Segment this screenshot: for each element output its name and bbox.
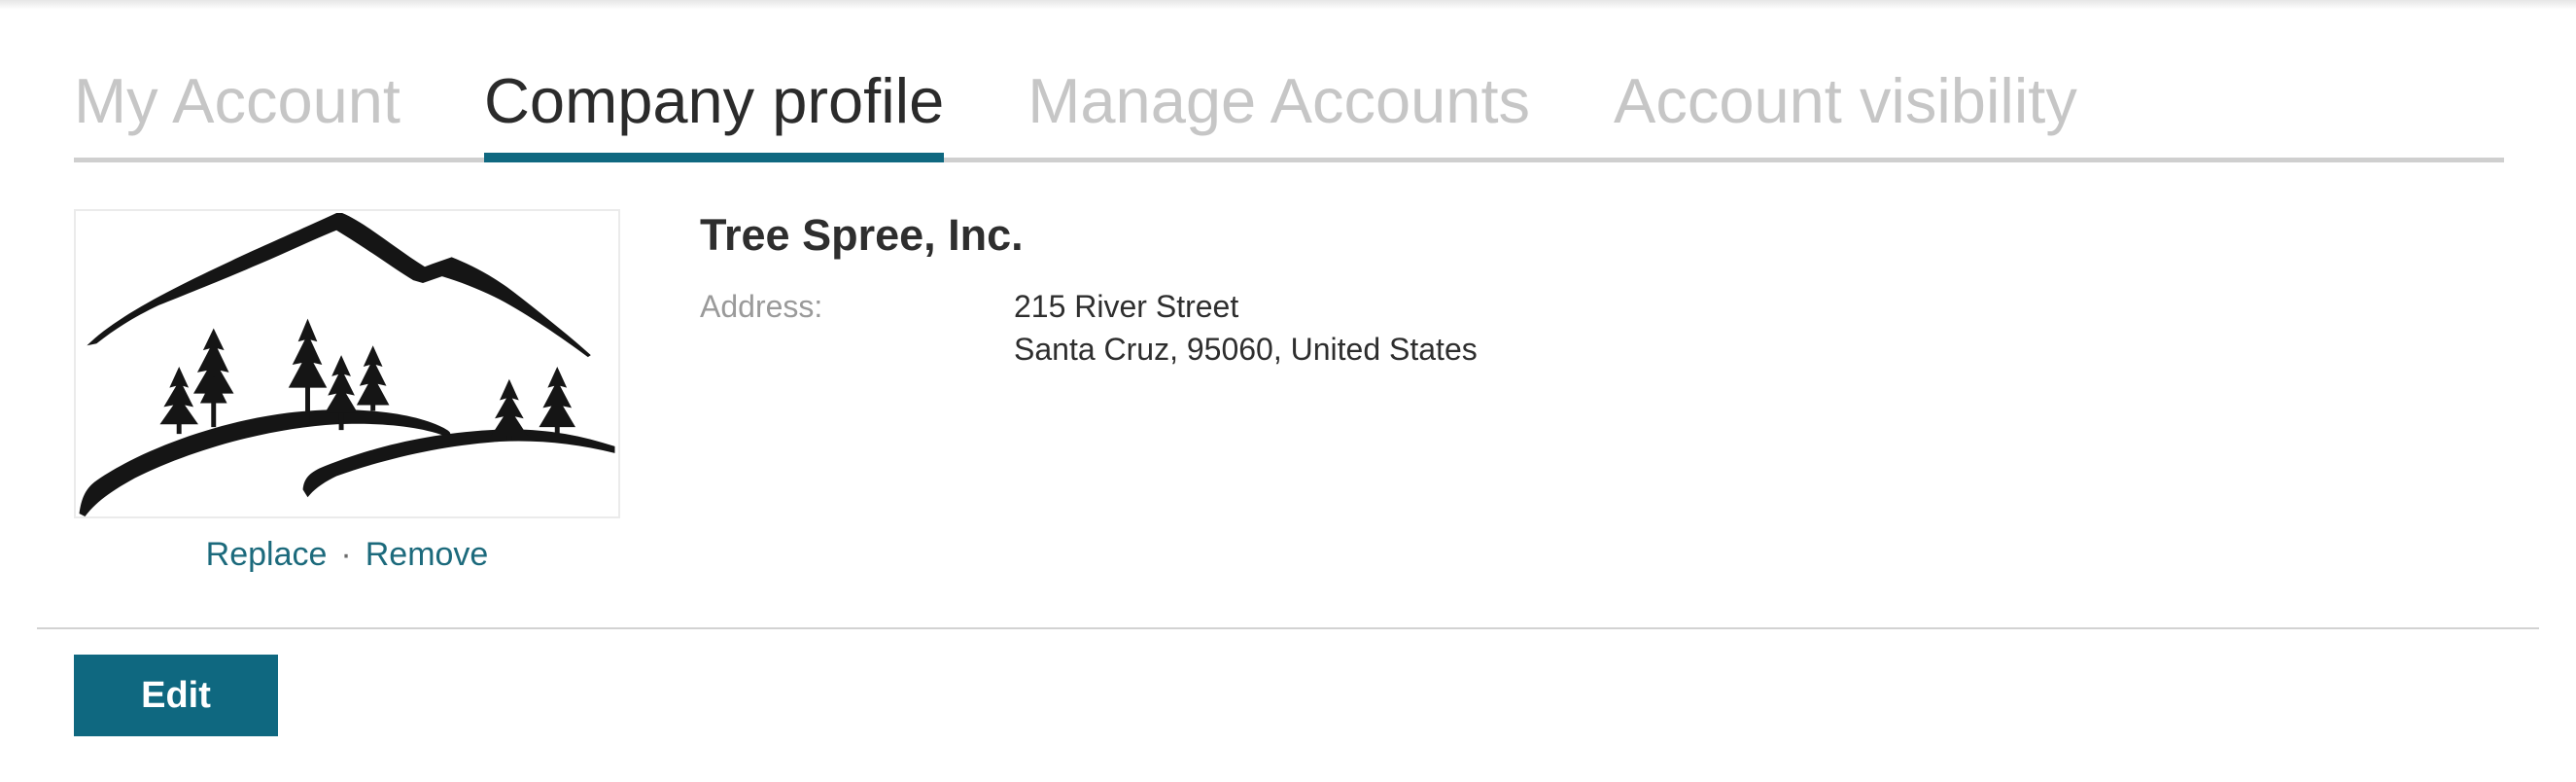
link-separator: ·	[340, 536, 352, 573]
address-line-2: Santa Cruz, 95060, United States	[1014, 332, 1478, 367]
address-line-1: 215 River Street	[1014, 289, 1239, 324]
replace-logo-link[interactable]: Replace	[206, 536, 328, 573]
tab-account-visibility[interactable]: Account visibility	[1614, 58, 2077, 158]
tab-my-account[interactable]: My Account	[74, 58, 400, 158]
address-value: 215 River Street Santa Cruz, 95060, Unit…	[1014, 285, 1478, 371]
edit-button[interactable]: Edit	[74, 655, 278, 736]
tab-company-profile[interactable]: Company profile	[483, 58, 945, 162]
tree-mountain-logo-icon	[79, 212, 615, 516]
top-shadow	[0, 0, 2576, 10]
remove-logo-link[interactable]: Remove	[366, 536, 489, 573]
address-label: Address:	[700, 289, 823, 324]
company-logo	[74, 209, 620, 518]
tab-bar: My Account Company profile Manage Accoun…	[74, 51, 2504, 162]
company-name: Tree Spree, Inc.	[700, 210, 1024, 260]
logo-actions: Replace · Remove	[74, 531, 620, 578]
section-divider	[37, 627, 2539, 629]
tab-manage-accounts[interactable]: Manage Accounts	[1027, 58, 1530, 158]
company-profile-page: My Account Company profile Manage Accoun…	[0, 0, 2576, 782]
